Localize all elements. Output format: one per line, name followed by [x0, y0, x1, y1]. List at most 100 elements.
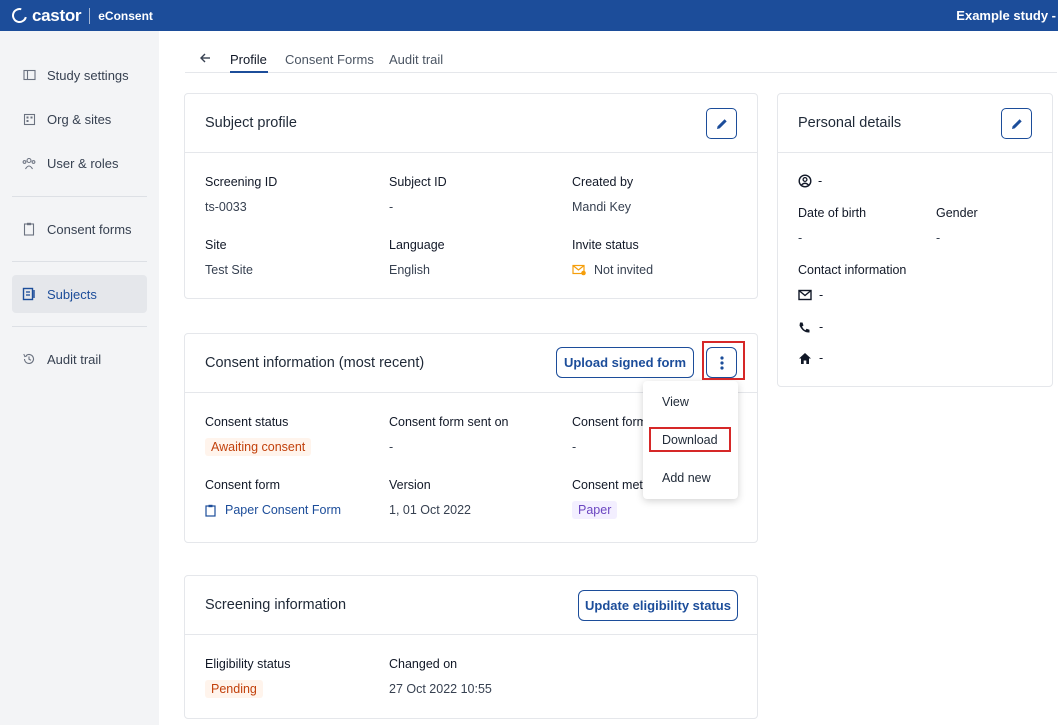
subject-profile-card: Subject profile Screening ID ts-0033 Sub… [184, 93, 758, 299]
sidebar-item-label: Subjects [47, 286, 97, 302]
sidebar-item-org-sites[interactable]: Org & sites [12, 100, 147, 138]
sidebar-item-label: User & roles [47, 155, 119, 171]
field-label: Contact information [798, 263, 907, 277]
edit-profile-button[interactable] [706, 108, 737, 139]
screening-information-card: Screening information Update eligibility… [184, 575, 758, 719]
update-eligibility-button[interactable]: Update eligibility status [578, 590, 738, 621]
consent-form-col3-value: - [572, 440, 577, 454]
product-name: eConsent [98, 8, 153, 23]
sidebar-item-subjects[interactable]: Subjects [12, 275, 147, 313]
sidebar-item-study-settings[interactable]: Study settings [12, 56, 147, 94]
history-icon [22, 352, 36, 366]
person-row: - [798, 174, 822, 188]
field-label: Created by [572, 175, 634, 189]
users-icon [22, 156, 36, 170]
field-label: Consent form [572, 415, 648, 429]
person-name-value: - [818, 174, 823, 188]
study-selector[interactable]: Example study - [956, 0, 1058, 31]
field-label: Consent form [205, 478, 281, 492]
field-label: Eligibility status [205, 657, 291, 671]
invite-status-text: Not invited [594, 263, 654, 277]
card-header: Personal details [778, 94, 1052, 153]
envelope-icon [572, 264, 586, 276]
consent-form-link[interactable]: Paper Consent Form [205, 503, 341, 517]
card-header: Screening information Update eligibility… [185, 576, 757, 635]
phone-icon [799, 322, 810, 333]
invite-status-value: Not invited [572, 263, 653, 277]
address-row: - [798, 351, 823, 365]
sidebar-item-audit-trail[interactable]: Audit trail [12, 340, 147, 378]
site-value: Test Site [205, 263, 253, 277]
sidebar-divider [12, 261, 147, 262]
book-icon [22, 68, 36, 82]
field-label: Version [389, 478, 431, 492]
home-icon [799, 352, 811, 364]
sidebar-item-label: Org & sites [47, 111, 112, 127]
top-bar: castor eConsent Example study - [0, 0, 1058, 31]
back-arrow-icon[interactable] [199, 52, 213, 66]
field-label: Language [389, 238, 445, 252]
pencil-icon [716, 118, 727, 129]
sent-on-value: - [389, 440, 394, 454]
gender-value: - [936, 231, 941, 245]
pencil-icon [1011, 118, 1022, 129]
logo[interactable]: castor eConsent [0, 0, 153, 31]
personal-details-card: Personal details - Date of birth - Gende… [777, 93, 1053, 387]
consent-form-link-text: Paper Consent Form [225, 503, 342, 517]
menu-item-view[interactable]: View [662, 395, 689, 409]
field-label: Site [205, 238, 227, 252]
field-label: Invite status [572, 238, 639, 252]
active-tab-indicator [230, 71, 268, 73]
email-row: - [798, 288, 823, 302]
card-header: Subject profile [185, 94, 757, 153]
field-label: Consent met [572, 478, 643, 492]
sidebar-item-label: Consent forms [47, 221, 132, 237]
highlight-box [702, 341, 745, 380]
building-icon [22, 112, 36, 126]
field-label: Screening ID [205, 175, 278, 189]
logo-divider [89, 7, 91, 24]
field-label: Subject ID [389, 175, 447, 189]
subject-id-value: - [389, 200, 394, 214]
menu-item-add-new[interactable]: Add new [662, 471, 711, 485]
user-circle-icon [798, 174, 812, 188]
address-value: - [819, 351, 824, 365]
card-title: Personal details [798, 115, 902, 131]
logo-text: castor [32, 5, 82, 25]
tab-bar: Profile Consent Forms Audit trail [185, 44, 1057, 73]
phone-row: - [798, 320, 823, 334]
consent-status-badge: Awaiting consent [205, 438, 312, 456]
language-value: English [389, 263, 430, 277]
tab-consent-forms[interactable]: Consent Forms [285, 52, 374, 67]
version-value: 1, 01 Oct 2022 [389, 503, 472, 517]
clipboard-icon [205, 504, 216, 517]
tab-profile[interactable]: Profile [230, 52, 267, 67]
card-title: Subject profile [205, 115, 297, 131]
changed-on-value: 27 Oct 2022 10:55 [389, 682, 492, 696]
sidebar-divider [12, 326, 147, 327]
consent-method-badge: Paper [572, 501, 618, 519]
field-label: Gender [936, 206, 978, 220]
sidebar-divider [12, 196, 147, 197]
email-value: - [819, 288, 824, 302]
field-label: Consent form sent on [389, 415, 509, 429]
mail-icon [798, 289, 812, 301]
clipboard-icon [22, 222, 36, 236]
eligibility-badge: Pending [205, 680, 263, 698]
created-by-value: Mandi Key [572, 200, 632, 214]
phone-value: - [819, 320, 824, 334]
sidebar: Study settings Org & sites User & roles … [0, 31, 159, 725]
castor-logo-icon [9, 5, 30, 26]
field-label: Date of birth [798, 206, 867, 220]
sidebar-item-consent-forms[interactable]: Consent forms [12, 210, 147, 248]
tab-audit-trail[interactable]: Audit trail [389, 52, 443, 67]
upload-signed-form-button[interactable]: Upload signed form [556, 347, 694, 378]
sidebar-item-label: Study settings [47, 67, 129, 83]
highlight-box [649, 427, 731, 452]
card-title: Screening information [205, 597, 347, 613]
sidebar-item-user-roles[interactable]: User & roles [12, 144, 147, 182]
card-title: Consent information (most recent) [205, 355, 425, 371]
field-label: Changed on [389, 657, 458, 671]
sidebar-item-label: Audit trail [47, 351, 102, 367]
edit-personal-details-button[interactable] [1001, 108, 1032, 139]
